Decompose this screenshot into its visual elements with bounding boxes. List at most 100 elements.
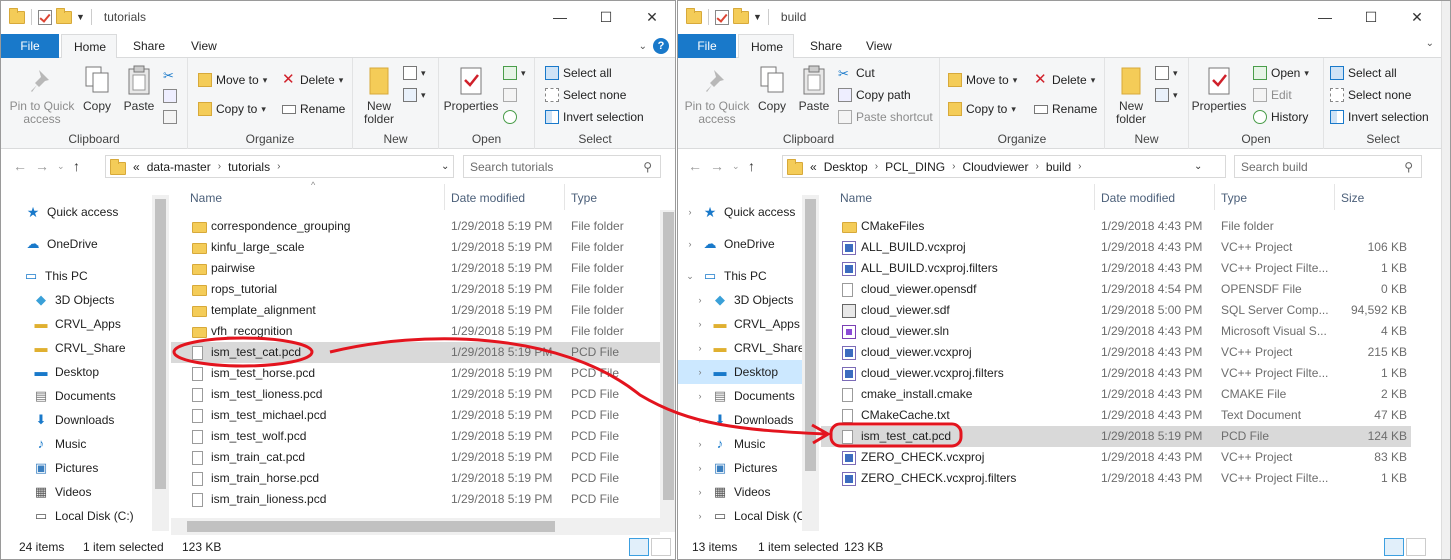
properties-icon[interactable] xyxy=(715,9,729,25)
breadcrumb-item[interactable]: build xyxy=(1046,160,1071,174)
address-bar[interactable]: « Desktop › PCL_DING › Cloudviewer › bui… xyxy=(782,155,1226,178)
new-folder-button[interactable]: New folder xyxy=(359,64,399,126)
breadcrumb-separator-icon[interactable]: › xyxy=(1035,161,1038,172)
delete-button[interactable]: ✕ Delete ▾ xyxy=(1034,72,1095,87)
move-to-button[interactable]: Move to ▾ xyxy=(948,73,1017,87)
file-row[interactable]: CMakeFiles 1/29/2018 4:43 PM File folder xyxy=(821,216,1411,237)
expand-chevron-icon[interactable]: › xyxy=(694,415,706,425)
file-row[interactable]: cloud_viewer.sdf 1/29/2018 5:00 PM SQL Ser… xyxy=(821,300,1411,321)
file-row[interactable]: ism_test_horse.pcd 1/29/2018 5:19 PM PCD F… xyxy=(171,363,661,384)
up-arrow-icon[interactable]: ↑ xyxy=(73,158,80,174)
breadcrumb-separator-icon[interactable]: › xyxy=(277,161,280,172)
column-type[interactable]: Type xyxy=(1215,184,1335,210)
delete-button[interactable]: ✕ Delete ▾ xyxy=(282,72,343,87)
file-row[interactable]: vfh_recognition 1/29/2018 5:19 PM File fol… xyxy=(171,321,661,342)
properties-icon[interactable] xyxy=(38,9,52,25)
expand-chevron-icon[interactable]: › xyxy=(684,207,696,217)
select-none-button[interactable]: Select none xyxy=(545,88,626,102)
nav-item[interactable]: ♪ Music xyxy=(1,432,169,456)
up-arrow-icon[interactable]: ↑ xyxy=(748,158,755,174)
paste-button[interactable]: Paste xyxy=(796,64,832,113)
nav-item[interactable]: ▦ Videos xyxy=(1,480,169,504)
new-item-button[interactable]: ▾ xyxy=(1155,66,1178,80)
file-row[interactable]: ALL_BUILD.vcxproj.filters 1/29/2018 4:43 … xyxy=(821,258,1411,279)
tab-share[interactable]: Share xyxy=(121,34,177,58)
breadcrumb-item[interactable]: Cloudviewer xyxy=(962,160,1028,174)
nav-item[interactable]: › ★ Quick access xyxy=(678,200,804,224)
maximize-button[interactable]: ☐ xyxy=(583,1,629,33)
window-right-edge-scrollbar[interactable] xyxy=(1441,1,1450,559)
move-to-button[interactable]: Move to ▾ xyxy=(198,73,267,87)
invert-selection-button[interactable]: Invert selection xyxy=(545,110,644,124)
help-icon[interactable]: ? xyxy=(653,38,669,54)
open-button[interactable]: Open ▾ xyxy=(1253,66,1309,80)
file-row[interactable]: ism_test_michael.pcd 1/29/2018 5:19 PM PCD… xyxy=(171,405,661,426)
file-row[interactable]: rops_tutorial 1/29/2018 5:19 PM File folde… xyxy=(171,279,661,300)
column-date-modified[interactable]: Date modified xyxy=(445,184,565,210)
history-button[interactable]: History xyxy=(1253,110,1308,124)
back-arrow-icon[interactable]: ← xyxy=(688,158,702,174)
file-row[interactable]: ZERO_CHECK.vcxproj 1/29/2018 4:43 PM VC++ … xyxy=(821,447,1411,468)
new-folder-button[interactable]: New folder xyxy=(1111,64,1151,126)
nav-item[interactable]: ⌄ ▭ This PC xyxy=(678,264,804,288)
maximize-button[interactable]: ☐ xyxy=(1348,1,1394,33)
minimize-button[interactable]: — xyxy=(537,1,583,33)
select-all-button[interactable]: Select all xyxy=(1330,66,1397,80)
nav-item[interactable]: ▬ Desktop xyxy=(1,360,169,384)
collapse-ribbon-icon[interactable]: ⌄ xyxy=(1426,38,1434,49)
customize-toolbar-arrow-icon[interactable]: ▼ xyxy=(76,12,85,22)
nav-item[interactable]: ▤ Documents xyxy=(1,384,169,408)
new-folder-icon[interactable] xyxy=(56,7,72,24)
column-date-modified[interactable]: Date modified xyxy=(1095,184,1215,210)
breadcrumb-separator-icon[interactable]: › xyxy=(1078,161,1081,172)
file-row[interactable]: CMakeCache.txt 1/29/2018 4:43 PM Text Docu… xyxy=(821,405,1411,426)
nav-item[interactable]: ★ Quick access xyxy=(1,200,169,224)
expand-chevron-icon[interactable]: › xyxy=(694,487,706,497)
details-view-button[interactable] xyxy=(629,538,649,556)
file-row[interactable]: ism_test_cat.pcd 1/29/2018 5:19 PM PCD Fil… xyxy=(171,342,661,363)
cut-button[interactable]: ✂ Cut xyxy=(838,66,875,81)
copy-to-button[interactable]: Copy to ▾ xyxy=(198,102,266,116)
copy-to-button[interactable]: Copy to ▾ xyxy=(948,102,1016,116)
breadcrumb-overflow[interactable]: « xyxy=(810,160,817,174)
properties-button[interactable]: Properties xyxy=(443,64,499,113)
copy-path-button[interactable]: Copy path xyxy=(838,88,911,102)
new-item-button[interactable]: ▾ xyxy=(403,66,426,80)
file-row[interactable]: cloud_viewer.vcxproj.filters 1/29/2018 4:… xyxy=(821,363,1411,384)
properties-button[interactable]: Properties xyxy=(1191,64,1247,113)
file-row[interactable]: kinfu_large_scale 1/29/2018 5:19 PM File f… xyxy=(171,237,661,258)
invert-selection-button[interactable]: Invert selection xyxy=(1330,110,1429,124)
file-row[interactable]: ism_test_wolf.pcd 1/29/2018 5:19 PM PCD Fi… xyxy=(171,426,661,447)
nav-item[interactable]: › ▣ Pictures xyxy=(678,456,804,480)
paste-shortcut-button[interactable]: Paste shortcut xyxy=(838,110,933,124)
file-row[interactable]: ALL_BUILD.vcxproj 1/29/2018 4:43 PM VC++ P… xyxy=(821,237,1411,258)
file-row[interactable]: ism_test_lioness.pcd 1/29/2018 5:19 PM PCD… xyxy=(171,384,661,405)
edit-button[interactable]: Edit xyxy=(1253,88,1292,102)
paste-button[interactable]: Paste xyxy=(121,64,157,113)
new-folder-icon[interactable] xyxy=(733,7,749,24)
open-button[interactable]: ▾ xyxy=(503,66,526,80)
tab-view[interactable]: View xyxy=(854,34,904,58)
file-row[interactable]: ism_test_cat.pcd 1/29/2018 5:19 PM PCD Fil… xyxy=(821,426,1411,447)
file-row[interactable]: template_alignment 1/29/2018 5:19 PM File … xyxy=(171,300,661,321)
breadcrumb-item[interactable]: Desktop xyxy=(824,160,868,174)
copy-path-button[interactable] xyxy=(163,89,177,103)
breadcrumb-separator-icon[interactable]: › xyxy=(952,161,955,172)
nav-item[interactable]: ◆ 3D Objects xyxy=(1,288,169,312)
nav-item[interactable]: › ▬ CRVL_Share xyxy=(678,336,805,360)
nav-item[interactable]: ▭ Local Disk (C:) xyxy=(1,504,169,528)
minimize-button[interactable]: — xyxy=(1302,1,1348,33)
breadcrumb-overflow[interactable]: « xyxy=(133,160,140,174)
collapse-chevron-icon[interactable]: ⌄ xyxy=(684,271,696,282)
nav-scrollbar[interactable] xyxy=(802,195,819,531)
file-row[interactable]: cloud_viewer.vcxproj 1/29/2018 4:43 PM VC+… xyxy=(821,342,1411,363)
nav-scrollbar[interactable] xyxy=(152,195,169,531)
file-row[interactable]: ism_train_horse.pcd 1/29/2018 5:19 PM PCD … xyxy=(171,468,661,489)
expand-chevron-icon[interactable]: › xyxy=(694,343,706,353)
large-icons-view-button[interactable] xyxy=(1406,538,1426,556)
recent-locations-icon[interactable]: ⌄ xyxy=(732,161,740,172)
recent-locations-icon[interactable]: ⌄ xyxy=(57,161,65,172)
breadcrumb-separator-icon[interactable]: › xyxy=(218,161,221,172)
expand-chevron-icon[interactable]: › xyxy=(694,319,706,329)
nav-item[interactable]: ▣ Pictures xyxy=(1,456,169,480)
